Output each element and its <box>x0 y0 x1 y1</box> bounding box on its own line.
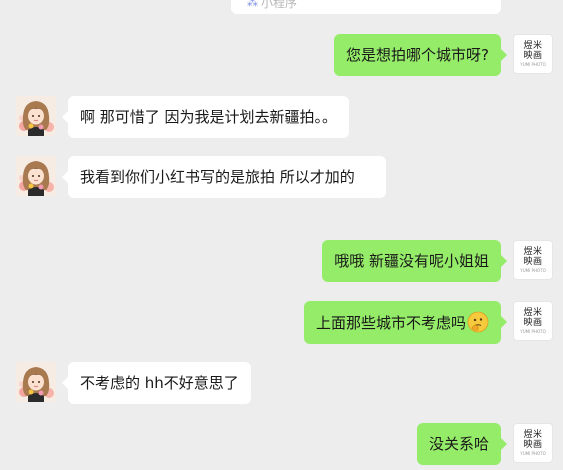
thinking-emoji-icon <box>467 311 489 333</box>
message-bubble-self[interactable]: 没关系哈 <box>416 423 508 465</box>
girl-avatar-icon <box>16 156 56 196</box>
avatar-friend[interactable] <box>16 156 56 196</box>
message-row: 啊 那可惜了 因为我是计划去新疆拍。。 <box>16 96 350 138</box>
brand-logo-text: 映画 <box>523 257 543 267</box>
avatar-self[interactable]: 煜米 映画 YUMI PHOTO <box>513 301 553 341</box>
brand-logo-subtext: YUMI PHOTO <box>520 268 546 273</box>
brand-logo-subtext: YUMI PHOTO <box>520 451 546 456</box>
avatar-self[interactable]: 煜米 映画 YUMI PHOTO <box>513 240 553 280</box>
message-row: 哦哦 新疆没有呢小姐姐 煜米 映画 YUMI PHOTO <box>322 240 553 282</box>
mini-program-card[interactable]: ⁂ 小程序 <box>231 0 501 14</box>
brand-logo-text: 煜米 <box>523 430 543 440</box>
message-row: 您是想拍哪个城市呀? 煜米 映画 YUMI PHOTO <box>334 34 553 76</box>
chat-window: ⁂ 小程序 您是想拍哪个城市呀? 煜米 映画 YUMI PHOTO 啊 那可惜了… <box>0 0 563 470</box>
message-row: 没关系哈 煜米 映画 YUMI PHOTO <box>416 423 553 465</box>
brand-logo-text: 煜米 <box>523 247 543 257</box>
brand-logo-text: 映画 <box>523 51 543 61</box>
message-row: 我看到你们小红书写的是旅拍 所以才加的 <box>16 156 386 198</box>
girl-avatar-icon <box>16 96 56 136</box>
avatar-self[interactable]: 煜米 映画 YUMI PHOTO <box>513 34 553 74</box>
brand-logo-text: 煜米 <box>523 41 543 51</box>
message-row: 不考虑的 hh不好意思了 <box>16 362 251 404</box>
message-row: 上面那些城市不考虑吗 煜米 映画 YUMI PHOTO <box>303 301 553 344</box>
brand-logo-text: 映画 <box>523 318 543 328</box>
avatar-friend[interactable] <box>16 362 56 402</box>
message-text: 没关系哈 <box>428 435 489 453</box>
message-bubble-other[interactable]: 我看到你们小红书写的是旅拍 所以才加的 <box>62 156 386 198</box>
message-bubble-self[interactable]: 您是想拍哪个城市呀? <box>334 34 507 76</box>
message-text: 啊 那可惜了 因为我是计划去新疆拍。。 <box>80 108 338 126</box>
message-text: 哦哦 新疆没有呢小姐姐 <box>334 252 489 270</box>
brand-logo-text: 映画 <box>523 440 543 450</box>
message-bubble-other[interactable]: 不考虑的 hh不好意思了 <box>62 362 251 404</box>
mini-program-label: 小程序 <box>261 0 298 10</box>
message-text: 上面那些城市不考虑吗 <box>315 314 466 332</box>
message-bubble-other[interactable]: 啊 那可惜了 因为我是计划去新疆拍。。 <box>61 96 350 138</box>
brand-logo-subtext: YUMI PHOTO <box>520 329 546 334</box>
brand-logo-text: 煜米 <box>523 308 543 318</box>
avatar-self[interactable]: 煜米 映画 YUMI PHOTO <box>513 423 553 463</box>
message-text: 您是想拍哪个城市呀? <box>346 46 489 64</box>
mini-program-icon: ⁂ <box>247 0 258 9</box>
avatar-friend[interactable] <box>16 96 56 136</box>
message-bubble-self[interactable]: 哦哦 新疆没有呢小姐姐 <box>322 240 507 282</box>
message-text: 我看到你们小红书写的是旅拍 所以才加的 <box>80 168 355 186</box>
girl-avatar-icon <box>16 362 56 402</box>
message-text: 不考虑的 hh不好意思了 <box>80 374 239 392</box>
brand-logo-subtext: YUMI PHOTO <box>520 62 546 67</box>
message-bubble-self[interactable]: 上面那些城市不考虑吗 <box>303 301 508 344</box>
